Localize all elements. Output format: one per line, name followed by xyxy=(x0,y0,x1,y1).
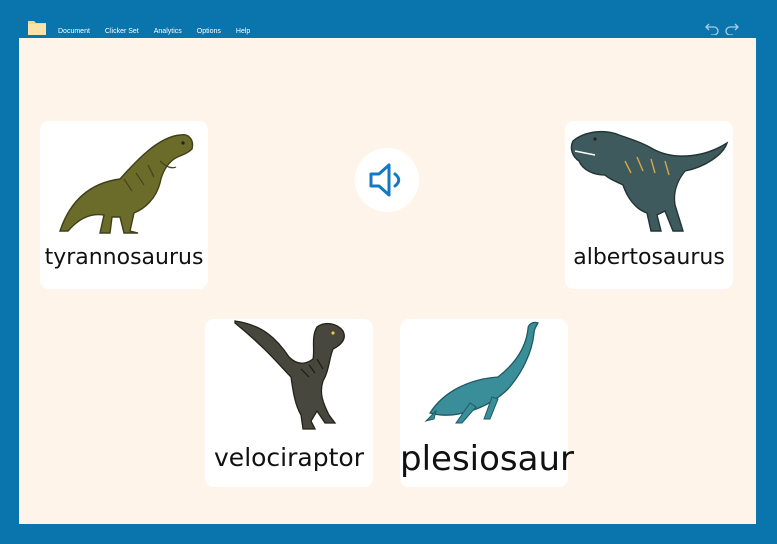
card-plesiosaur[interactable]: plesiosaur xyxy=(400,319,574,487)
speaker-button[interactable] xyxy=(355,148,419,212)
card-albertosaurus-label: albertosaurus xyxy=(573,245,725,270)
card-plesiosaur-label: plesiosaur xyxy=(400,439,574,479)
card-velociraptor-label: velociraptor xyxy=(214,443,364,472)
menu-bar: Document Clicker Set Analytics Options H… xyxy=(0,0,777,38)
menu-clicker-set[interactable]: Clicker Set xyxy=(105,28,139,35)
menu-items: Document Clicker Set Analytics Options H… xyxy=(58,28,265,35)
undo-icon[interactable] xyxy=(705,20,719,36)
speaker-icon xyxy=(369,163,401,197)
menu-analytics[interactable]: Analytics xyxy=(154,28,182,35)
undo-redo-group xyxy=(705,20,739,36)
card-velociraptor[interactable]: velociraptor xyxy=(205,319,373,487)
velociraptor-image xyxy=(234,320,345,430)
card-tyrannosaurus[interactable]: tyrannosaurus xyxy=(40,121,208,289)
clicker-canvas: tyrannosaurus albertosaurus velociraptor xyxy=(19,38,756,524)
folder-icon[interactable] xyxy=(28,19,46,35)
albertosaurus-image xyxy=(570,130,729,232)
redo-icon[interactable] xyxy=(725,20,739,36)
plesiosaur-image xyxy=(424,321,539,424)
menu-document[interactable]: Document xyxy=(58,28,90,35)
card-albertosaurus[interactable]: albertosaurus xyxy=(565,121,733,289)
tyrannosaurus-image xyxy=(59,134,194,234)
menu-options[interactable]: Options xyxy=(197,28,221,35)
card-tyrannosaurus-label: tyrannosaurus xyxy=(44,245,204,270)
menu-help[interactable]: Help xyxy=(236,28,250,35)
